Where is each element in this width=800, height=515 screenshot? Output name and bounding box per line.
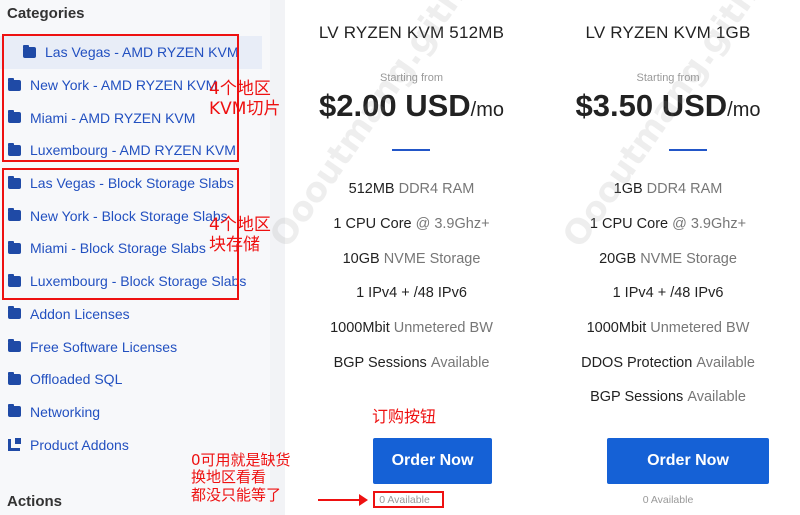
category-item-networking[interactable]: Networking (0, 396, 262, 429)
starting-from-label: Starting from (380, 72, 443, 84)
folder-icon (8, 142, 21, 156)
feature-cpu: 1 CPU Core @ 3.9Ghz+ (536, 207, 800, 242)
feature-bandwidth: 1000Mbit Unmetered BW (536, 311, 800, 346)
feature-desc: DDR4 RAM (398, 181, 475, 198)
feature-list: 1GB DDR4 RAM 1 CPU Core @ 3.9Ghz+ 20GB NVME… (536, 172, 800, 415)
price-divider (669, 149, 707, 151)
feature-value: 1 CPU Core (589, 216, 669, 233)
feature-value: 20GB (599, 250, 637, 267)
category-label: Miami - AMD RYZEN KVM (30, 109, 196, 126)
feature-value: 10GB (342, 250, 380, 267)
feature-bandwidth: 1000Mbit Unmetered BW (285, 311, 538, 346)
feature-ram: 1GB DDR4 RAM (536, 172, 800, 207)
folder-icon (8, 371, 21, 385)
folder-icon (8, 110, 21, 124)
category-item-las-vegas-kvm[interactable]: Las Vegas - AMD RYZEN KVM (0, 36, 262, 69)
folder-icon (8, 208, 21, 222)
feature-desc: DDR4 RAM (646, 181, 723, 198)
feature-value: 1 IPv4 + /48 IPv6 (356, 285, 467, 302)
product-name: LV RYZEN KVM 512MB (318, 23, 505, 42)
folder-icon (8, 240, 21, 254)
category-label: Product Addons (30, 436, 129, 453)
feature-desc: @ 3.9Ghz+ (672, 216, 747, 233)
category-label: Networking (30, 403, 101, 420)
category-item-offloaded-sql[interactable]: Offloaded SQL (0, 363, 262, 396)
feature-desc: Available (687, 389, 746, 406)
feature-ip: 1 IPv4 + /48 IPv6 (536, 276, 800, 311)
folder-icon (8, 306, 21, 320)
feature-value: BGP Sessions (333, 354, 427, 371)
feature-bgp: BGP Sessions Available (536, 380, 800, 415)
feature-desc: Unmetered BW (393, 320, 493, 337)
addons-icon (8, 438, 21, 452)
feature-storage: 10GB NVME Storage (285, 241, 538, 276)
feature-ip: 1 IPv4 + /48 IPv6 (285, 276, 538, 311)
price-unit: /mo (727, 99, 761, 121)
feature-desc: Unmetered BW (650, 320, 750, 337)
feature-value: 1000Mbit (586, 320, 647, 337)
feature-desc: Available (696, 354, 755, 371)
price-unit: /mo (470, 99, 504, 121)
starting-from-label: Starting from (636, 72, 700, 84)
arrow-icon (318, 494, 368, 506)
feature-desc: Available (430, 354, 490, 371)
availability-count: 0 Available (642, 494, 694, 506)
feature-desc: NVME Storage (383, 250, 481, 267)
feature-value: 1GB (613, 181, 643, 198)
feature-desc: NVME Storage (640, 250, 737, 267)
feature-ram: 512MB DDR4 RAM (285, 172, 538, 207)
categories-heading: Categories (7, 5, 85, 22)
category-item-luxembourg-storage[interactable]: Luxembourg - Block Storage Slabs (0, 265, 262, 298)
product-card-512mb: LV RYZEN KVM 512MB Starting from $2.00 U… (285, 0, 538, 515)
availability-count: 0 Available (379, 494, 430, 506)
category-label: Las Vegas - AMD RYZEN KVM (45, 44, 239, 61)
category-label: New York - AMD RYZEN KVM (30, 77, 218, 94)
category-label: Las Vegas - Block Storage Slabs (30, 175, 234, 192)
category-item-addon-licenses[interactable]: Addon Licenses (0, 298, 262, 331)
feature-bgp: BGP Sessions Available (285, 345, 538, 380)
category-label: Luxembourg - Block Storage Slabs (30, 273, 247, 290)
feature-value: 1 CPU Core (333, 216, 412, 233)
product-price: $3.50 USD/mo (536, 88, 800, 124)
category-label: New York - Block Storage Slabs (30, 207, 228, 224)
feature-desc: @ 3.9Ghz+ (415, 216, 490, 233)
folder-icon (8, 404, 21, 418)
feature-list: 512MB DDR4 RAM 1 CPU Core @ 3.9Ghz+ 10GB NV… (285, 172, 538, 380)
feature-value: 1 IPv4 + /48 IPv6 (612, 285, 724, 302)
folder-icon (23, 44, 36, 58)
price-amount: $3.50 USD (575, 88, 728, 123)
category-sidebar: Categories Las Vegas - AMD RYZEN KVM New… (0, 0, 270, 515)
folder-icon (8, 175, 21, 189)
folder-icon (8, 273, 21, 287)
actions-heading: Actions (7, 493, 63, 510)
product-price: $2.00 USD/mo (285, 88, 538, 124)
order-now-button[interactable]: Order Now (607, 438, 769, 484)
folder-icon (8, 77, 21, 91)
category-label: Luxembourg - AMD RYZEN KVM (30, 142, 236, 159)
price-amount: $2.00 USD (319, 88, 471, 123)
order-now-button[interactable]: Order Now (373, 438, 492, 484)
price-divider (392, 149, 430, 151)
feature-value: 1000Mbit (330, 320, 390, 337)
folder-icon (8, 339, 21, 353)
product-card-1gb: LV RYZEN KVM 1GB Starting from $3.50 USD… (536, 0, 800, 515)
storage-annotation: 4个地区 块存储 (209, 215, 271, 255)
category-label: Offloaded SQL (30, 371, 123, 388)
category-item-free-software-licenses[interactable]: Free Software Licenses (0, 330, 262, 363)
order-button-annotation: 订购按钮 (372, 407, 437, 426)
feature-storage: 20GB NVME Storage (536, 241, 800, 276)
category-label: Miami - Block Storage Slabs (30, 240, 206, 257)
out-of-stock-annotation: 0可用就是缺货 换地区看看 都没只能等了 (191, 451, 291, 504)
feature-value: 512MB (348, 181, 395, 198)
category-label: Free Software Licenses (30, 338, 178, 355)
kvm-annotation: 4个地区 KVM切片 (209, 79, 281, 119)
feature-value: DDOS Protection (581, 354, 693, 371)
feature-value: BGP Sessions (590, 389, 684, 406)
category-item-luxembourg-kvm[interactable]: Luxembourg - AMD RYZEN KVM (0, 134, 262, 167)
product-name: LV RYZEN KVM 1GB (585, 23, 751, 42)
category-item-las-vegas-storage[interactable]: Las Vegas - Block Storage Slabs (0, 167, 262, 200)
feature-cpu: 1 CPU Core @ 3.9Ghz+ (285, 207, 538, 242)
feature-ddos: DDOS Protection Available (536, 345, 800, 380)
category-label: Addon Licenses (30, 305, 130, 322)
